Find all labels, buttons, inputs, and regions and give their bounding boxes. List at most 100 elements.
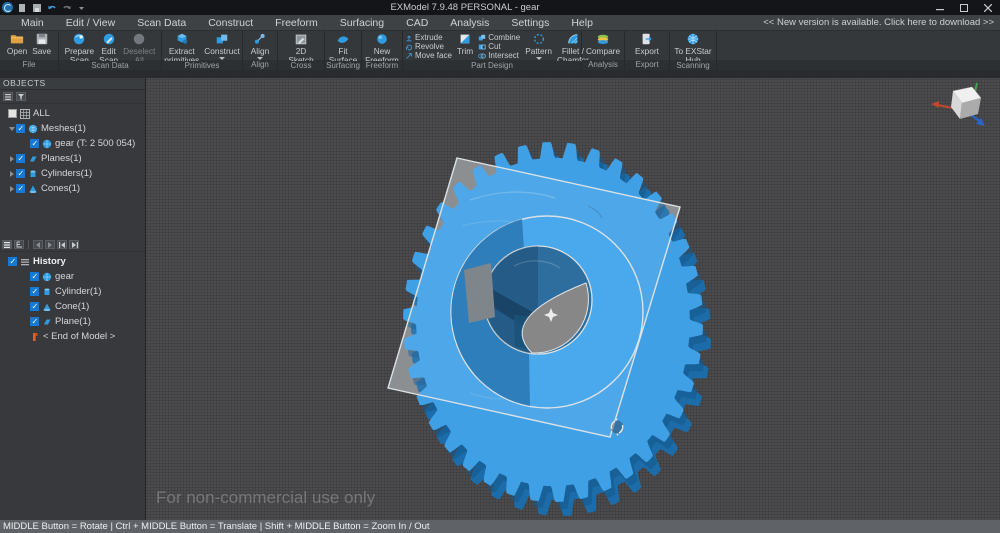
status-bar: MIDDLE Button = Rotate | Ctrl + MIDDLE B… xyxy=(0,520,1000,533)
extract-primitives-button[interactable]: Extract primitives xyxy=(162,32,201,64)
checkbox[interactable] xyxy=(30,317,39,326)
open-button[interactable]: Open xyxy=(5,32,29,56)
fit-surface-button[interactable]: Fit Surface xyxy=(327,32,360,64)
align-icon xyxy=(253,32,267,46)
ribbon-group-surfacing: Fit Surface Surfacing xyxy=(325,31,362,70)
history-root-row[interactable]: History xyxy=(0,254,145,269)
save-button[interactable]: Save xyxy=(30,32,53,56)
tree-row-gear[interactable]: gear (T: 2 500 054) xyxy=(0,136,145,151)
checkbox[interactable] xyxy=(30,272,39,281)
history-step-forward-icon[interactable] xyxy=(45,240,55,249)
checkbox[interactable] xyxy=(30,287,39,296)
left-panel: OBJECTS ALL Meshes(1) gear (T: 2 500 054… xyxy=(0,78,146,520)
menu-settings[interactable]: Settings xyxy=(500,15,560,31)
trim-button[interactable]: Trim xyxy=(455,32,475,56)
cut-button[interactable]: Cut xyxy=(478,43,520,51)
checkbox[interactable] xyxy=(8,109,17,118)
history-skip-start-icon[interactable] xyxy=(57,240,67,249)
compare-button[interactable]: Compare xyxy=(584,32,622,56)
tree-row-all[interactable]: ALL xyxy=(0,106,145,121)
tree-row-cylinders[interactable]: Cylinders(1) xyxy=(0,166,145,181)
intersect-button[interactable]: Intersect xyxy=(478,52,520,60)
cone-icon xyxy=(42,302,52,312)
chevron-right-icon[interactable] xyxy=(8,156,16,162)
viewport-canvas xyxy=(146,78,1000,520)
menu-surfacing[interactable]: Surfacing xyxy=(329,15,395,31)
prepare-scan-icon xyxy=(72,32,86,46)
edit-scan-button[interactable]: Edit Scan xyxy=(97,32,120,64)
objects-list-view-icon[interactable] xyxy=(3,92,13,101)
export-button[interactable]: Export xyxy=(633,32,661,56)
history-panel-toolbar xyxy=(0,238,145,252)
combine-button[interactable]: Combine xyxy=(478,34,520,42)
construct-button[interactable]: Construct xyxy=(202,32,242,60)
menu-scan-data[interactable]: Scan Data xyxy=(126,15,197,31)
new-freeform-button[interactable]: New Freeform xyxy=(363,32,401,64)
view-cube[interactable] xyxy=(931,83,985,126)
history-row-cylinder[interactable]: Cylinder(1) xyxy=(0,284,145,299)
chevron-down-icon xyxy=(219,57,225,60)
pattern-button[interactable]: Pattern xyxy=(523,32,554,60)
checkbox[interactable] xyxy=(16,169,25,178)
history-tree-view-icon[interactable] xyxy=(14,240,24,249)
history-row-gear[interactable]: gear xyxy=(0,269,145,284)
2d-sketch-button[interactable]: 2D Sketch xyxy=(286,32,315,64)
end-marker-icon xyxy=(30,332,40,342)
checkbox[interactable] xyxy=(16,184,25,193)
menu-main[interactable]: Main xyxy=(10,15,55,31)
ribbon-group-scanning: To EXStar Hub Scanning xyxy=(670,31,717,70)
move-face-button[interactable]: Move face xyxy=(405,52,452,60)
chevron-down-icon[interactable] xyxy=(8,127,16,131)
viewport-3d[interactable]: For non-commercial use only xyxy=(146,78,1000,520)
checkbox[interactable] xyxy=(30,139,39,148)
title-bar: EXModel 7.9.48 PERSONAL - gear xyxy=(0,0,1000,15)
extrude-button[interactable]: Extrude xyxy=(405,34,452,42)
menu-freeform[interactable]: Freeform xyxy=(264,15,329,31)
close-button[interactable] xyxy=(976,0,1000,15)
history-row-end-of-model[interactable]: < End of Model > xyxy=(0,329,145,344)
ribbon-group-label: Align xyxy=(243,60,277,70)
deselect-all-button[interactable]: Deselect All xyxy=(121,32,157,64)
minimize-button[interactable] xyxy=(928,0,952,15)
history-skip-end-icon[interactable] xyxy=(69,240,79,249)
checkbox[interactable] xyxy=(30,302,39,311)
cylinder-icon xyxy=(42,287,52,297)
checkbox[interactable] xyxy=(8,257,17,266)
history-row-cone[interactable]: Cone(1) xyxy=(0,299,145,314)
checkbox[interactable] xyxy=(16,154,25,163)
ribbon-group-align: Align Align xyxy=(243,31,278,70)
ribbon-group-label: Primitives xyxy=(162,61,242,70)
checkbox[interactable] xyxy=(16,124,25,133)
update-notice-link[interactable]: << New version is available. Click here … xyxy=(763,17,994,28)
menu-edit-view[interactable]: Edit / View xyxy=(55,15,126,31)
history-list-view-icon[interactable] xyxy=(2,240,12,249)
watermark: For non-commercial use only xyxy=(156,488,375,508)
chevron-right-icon[interactable] xyxy=(8,186,16,192)
revolve-button[interactable]: Revolve xyxy=(405,43,452,51)
extract-primitives-icon xyxy=(175,32,189,46)
exstar-hub-icon xyxy=(686,32,700,46)
fillet-chamfer-icon xyxy=(566,32,580,46)
2d-sketch-icon xyxy=(294,32,308,46)
cylinder-icon xyxy=(28,169,38,179)
prepare-scan-button[interactable]: Prepare Scan xyxy=(63,32,97,64)
menu-construct[interactable]: Construct xyxy=(197,15,264,31)
menu-help[interactable]: Help xyxy=(560,15,604,31)
maximize-button[interactable] xyxy=(952,0,976,15)
history-row-plane[interactable]: Plane(1) xyxy=(0,314,145,329)
tree-row-meshes[interactable]: Meshes(1) xyxy=(0,121,145,136)
history-step-back-icon[interactable] xyxy=(33,240,43,249)
align-button[interactable]: Align xyxy=(249,32,271,60)
tree-label: gear (T: 2 500 054) xyxy=(55,138,135,149)
to-exstar-hub-button[interactable]: To EXStar Hub xyxy=(672,32,713,64)
tree-row-cones[interactable]: Cones(1) xyxy=(0,181,145,196)
menu-analysis[interactable]: Analysis xyxy=(439,15,500,31)
chevron-right-icon[interactable] xyxy=(8,171,16,177)
menu-cad[interactable]: CAD xyxy=(395,15,439,31)
window-controls xyxy=(928,0,1000,15)
objects-filter-icon[interactable] xyxy=(16,92,26,101)
ribbon-group-primitives: Extract primitives Construct Primitives xyxy=(162,31,243,70)
tree-row-planes[interactable]: Planes(1) xyxy=(0,151,145,166)
window-title: EXModel 7.9.48 PERSONAL - gear xyxy=(0,0,930,15)
ribbon-group-label: Export Model xyxy=(625,60,669,70)
